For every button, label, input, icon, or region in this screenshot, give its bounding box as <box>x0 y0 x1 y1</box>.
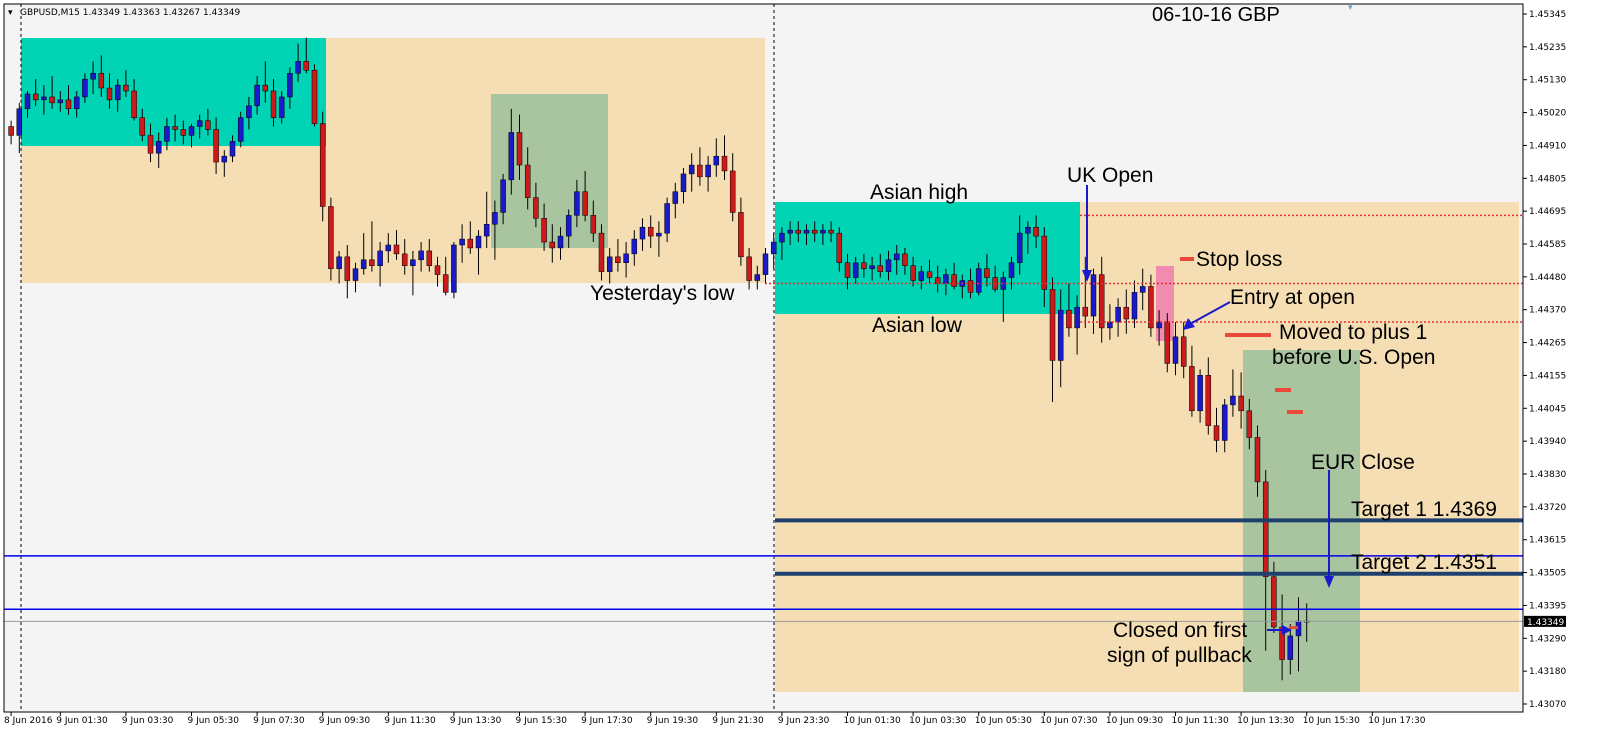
target-1-label: Target 1 1.4369 <box>1351 498 1497 521</box>
time-tick-label: 9 Jun 13:30 <box>450 716 502 726</box>
collapse-triangle-icon[interactable]: ▾ <box>8 8 13 18</box>
time-tick-label: 10 Jun 09:30 <box>1106 716 1163 726</box>
closed-label-line1: Closed on first <box>1113 619 1247 642</box>
stop-loss-label: Stop loss <box>1196 248 1282 271</box>
time-tick-label: 9 Jun 09:30 <box>319 716 371 726</box>
time-tick-label: 10 Jun 17:30 <box>1368 716 1425 726</box>
stop-loss-marker <box>1180 257 1194 261</box>
price-chart[interactable]: Asian high Asian low Yesterday's low UK … <box>0 0 1600 747</box>
moved-label-line2: before U.S. Open <box>1272 346 1435 369</box>
time-tick-label: 10 Jun 05:30 <box>975 716 1032 726</box>
price-tick-label: 1.43830 <box>1529 470 1566 480</box>
time-tick-label: 9 Jun 15:30 <box>516 716 568 726</box>
asian-range-box <box>775 202 1080 314</box>
trail-marker-1 <box>1275 388 1291 392</box>
time-tick-label: 9 Jun 03:30 <box>122 716 174 726</box>
price-tick-label: 1.43290 <box>1529 634 1566 644</box>
candle <box>328 197 334 281</box>
moved-stop-marker <box>1225 333 1271 337</box>
time-tick-label: 9 Jun 05:30 <box>188 716 240 726</box>
price-tick-label: 1.44695 <box>1529 207 1566 217</box>
entry-label: Entry at open <box>1230 286 1355 309</box>
uk-open-label: UK Open <box>1067 164 1153 187</box>
symbol-header: GBPUSD,M15 1.43349 1.43363 1.43267 1.433… <box>20 8 240 18</box>
time-tick-label: 10 Jun 11:30 <box>1172 716 1229 726</box>
price-tick-label: 1.44480 <box>1529 273 1566 283</box>
price-tick-label: 1.43720 <box>1529 503 1566 513</box>
yesterdays-low-label: Yesterday's low <box>590 282 735 305</box>
price-tick-label: 1.44585 <box>1529 240 1566 250</box>
price-tick-label: 1.45345 <box>1529 10 1566 20</box>
chart-window: Asian high Asian low Yesterday's low UK … <box>0 0 1600 747</box>
candle <box>311 64 318 127</box>
price-tick-label: 1.44265 <box>1529 339 1566 349</box>
price-tick-label: 1.43180 <box>1529 667 1566 677</box>
current-price-value: 1.43349 <box>1527 618 1564 628</box>
time-tick-label: 9 Jun 17:30 <box>581 716 633 726</box>
time-tick-label: 9 Jun 19:30 <box>647 716 699 726</box>
chart-title: 06-10-16 GBP <box>1152 4 1280 26</box>
prior-asian-box <box>21 38 326 146</box>
time-tick-label: 9 Jun 11:30 <box>384 716 436 726</box>
time-tick-label: 9 Jun 21:30 <box>712 716 764 726</box>
candle <box>319 111 326 222</box>
price-tick-label: 1.44045 <box>1529 404 1566 414</box>
target-2-label: Target 2 1.4351 <box>1351 551 1497 574</box>
price-tick-label: 1.45130 <box>1529 76 1566 86</box>
price-tick-label: 1.43940 <box>1529 437 1566 447</box>
price-tick-label: 1.43615 <box>1529 536 1566 546</box>
time-tick-label: 9 Jun 07:30 <box>253 716 305 726</box>
price-tick-label: 1.45235 <box>1529 43 1566 53</box>
asian-high-label: Asian high <box>870 181 968 204</box>
closed-label-line2: sign of pullback <box>1107 644 1252 667</box>
time-tick-label: 8 Jun 2016 <box>4 716 53 726</box>
price-tick-label: 1.43395 <box>1529 601 1566 611</box>
price-tick-label: 1.43070 <box>1529 700 1566 710</box>
time-tick-label: 10 Jun 01:30 <box>844 716 901 726</box>
time-tick-label: 10 Jun 03:30 <box>909 716 966 726</box>
moved-label-line1: Moved to plus 1 <box>1279 321 1427 344</box>
time-tick-label: 10 Jun 15:30 <box>1303 716 1360 726</box>
candle <box>451 242 457 299</box>
price-tick-label: 1.44805 <box>1529 174 1566 184</box>
asian-low-label: Asian low <box>872 314 963 337</box>
price-tick-label: 1.44370 <box>1529 306 1566 316</box>
trail-marker-2 <box>1287 410 1303 414</box>
price-tick-label: 1.45020 <box>1529 109 1566 119</box>
time-tick-label: 9 Jun 23:30 <box>778 716 830 726</box>
current-price-tag: 1.43349 <box>1524 615 1566 628</box>
time-tick-label: 9 Jun 01:30 <box>56 716 108 726</box>
price-tick-label: 1.43505 <box>1529 569 1566 579</box>
eur-close-label: EUR Close <box>1311 451 1415 474</box>
exit-marker <box>1289 626 1298 629</box>
time-tick-label: 10 Jun 07:30 <box>1040 716 1097 726</box>
time-tick-label: 10 Jun 13:30 <box>1237 716 1294 726</box>
price-tick-label: 1.44155 <box>1529 371 1566 381</box>
price-tick-label: 1.44910 <box>1529 141 1566 151</box>
